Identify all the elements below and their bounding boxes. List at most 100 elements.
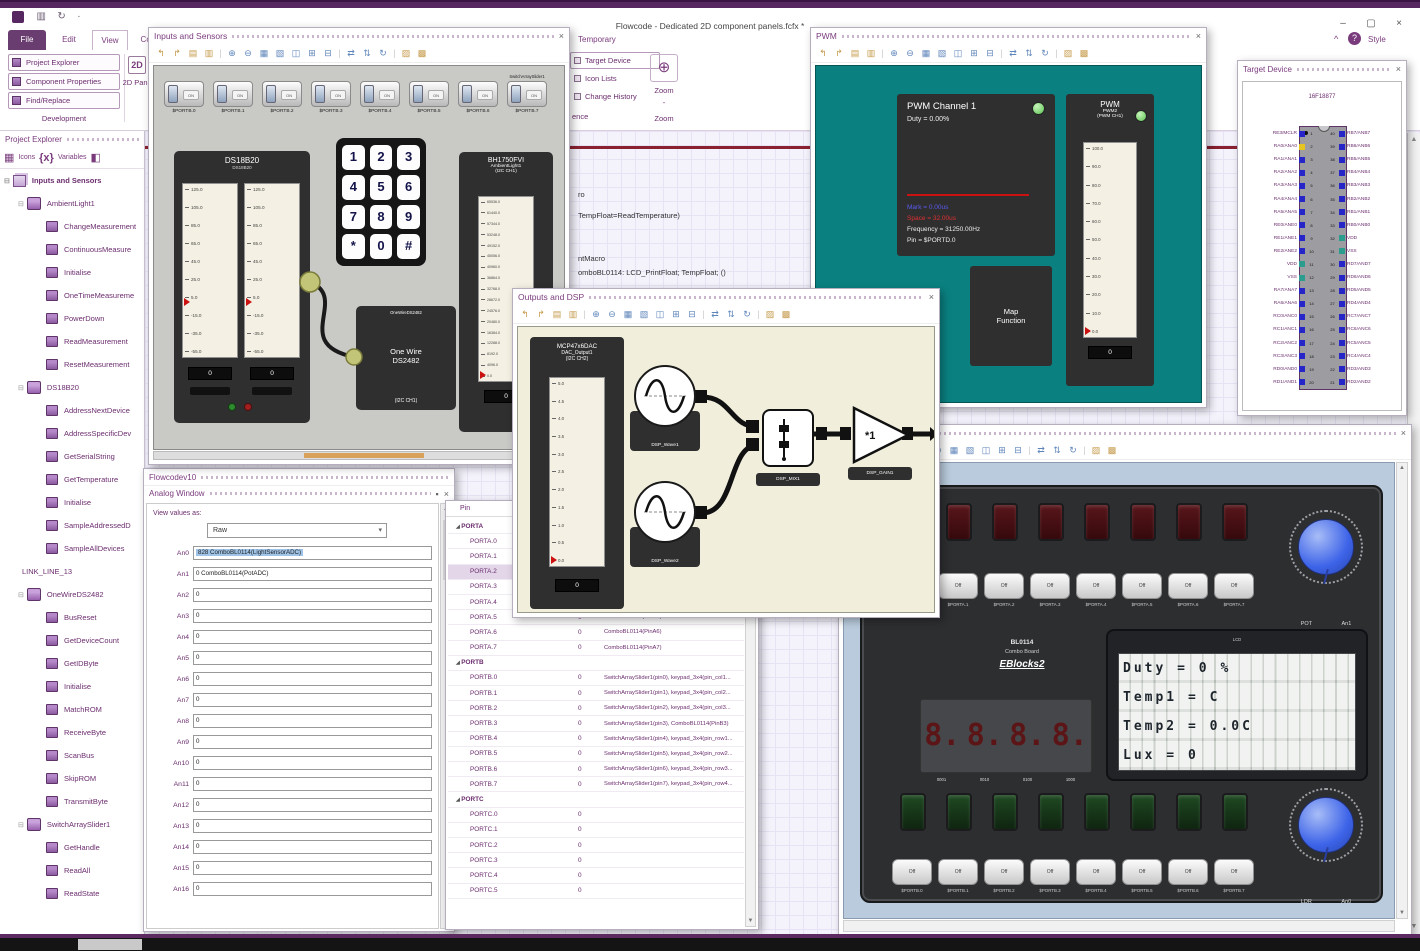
toolbar-icon[interactable]: ▥ bbox=[864, 46, 878, 60]
toolbar-icon[interactable]: ↰ bbox=[816, 46, 830, 60]
push-button[interactable]: Off bbox=[984, 573, 1024, 599]
toolbar-icon[interactable]: ↰ bbox=[154, 46, 168, 60]
digital-pin-row[interactable]: PORTB.2 0 SwitchArraySlider1(pin2), keyp… bbox=[448, 701, 744, 717]
tab-temporary[interactable]: Temporary bbox=[578, 30, 638, 50]
digital-pin-row[interactable]: PORTC.0 0 bbox=[448, 808, 744, 823]
toolbar-icon[interactable]: ▩ bbox=[415, 46, 429, 60]
tree-item[interactable]: OneWireDS2482 bbox=[0, 583, 144, 606]
toolbar-icon[interactable]: | bbox=[756, 307, 761, 321]
tree-item[interactable]: AddressNextDevice bbox=[0, 399, 144, 422]
analog-row[interactable]: An14 0 bbox=[153, 840, 432, 854]
tree-item[interactable]: AddressSpecificDev bbox=[0, 422, 144, 445]
push-button[interactable]: Off bbox=[1076, 859, 1116, 885]
toolbar-icon[interactable]: ▥ bbox=[566, 307, 580, 321]
tree-item[interactable]: GetDeviceCount bbox=[0, 629, 144, 652]
toolbar-icon[interactable]: ⊟ bbox=[1011, 443, 1025, 457]
minimize-button[interactable]: – bbox=[1340, 18, 1346, 29]
toolbar-icon[interactable]: ◫ bbox=[653, 307, 667, 321]
toolbar-icon[interactable]: ⇅ bbox=[360, 46, 374, 60]
macros-icon[interactable]: ◧ bbox=[91, 151, 101, 164]
analog-row[interactable]: An15 0 bbox=[153, 861, 432, 875]
push-button[interactable]: Off bbox=[1122, 859, 1162, 885]
toolbar-icon[interactable]: ▤ bbox=[186, 46, 200, 60]
scroll-down-icon[interactable]: ▼ bbox=[746, 918, 755, 924]
digital-pin-row[interactable]: PORTB bbox=[448, 656, 744, 671]
close-button[interactable]: × bbox=[1396, 18, 1402, 29]
analog-value-field[interactable]: 0 bbox=[193, 819, 432, 833]
zoom-dropdown-dash[interactable]: - bbox=[644, 98, 684, 107]
analog-value-field[interactable]: 0 bbox=[193, 735, 432, 749]
digital-pin-row[interactable]: PORTB.4 0 SwitchArraySlider1(pin4), keyp… bbox=[448, 732, 744, 747]
tree-item[interactable]: Initialise bbox=[0, 675, 144, 698]
digital-pin-row[interactable]: PORTA.6 0 ComboBL0114(PinA6) bbox=[448, 625, 744, 641]
toolbar-icon[interactable]: ↻ bbox=[1066, 443, 1080, 457]
analog-row[interactable]: An8 0 bbox=[153, 714, 432, 728]
tree-item[interactable]: Initialise bbox=[0, 491, 144, 514]
scroll-up-icon[interactable]: ▲ bbox=[1397, 465, 1407, 471]
toolbar-icon[interactable]: ⊖ bbox=[903, 46, 917, 60]
board-vertical-scrollbar[interactable]: ▲ ▼ bbox=[1396, 462, 1408, 919]
tree-item[interactable]: LINK_LINE_13 bbox=[0, 560, 144, 583]
view-mode-dropdown[interactable]: Raw ▾ bbox=[207, 523, 387, 538]
digital-pin-row[interactable]: PORTC.4 0 bbox=[448, 868, 744, 884]
toolbar-icon[interactable]: ◫ bbox=[289, 46, 303, 60]
analog-row[interactable]: An10 0 bbox=[153, 756, 432, 770]
toolbar-icon[interactable]: | bbox=[337, 46, 342, 60]
push-button[interactable]: Off bbox=[1076, 573, 1116, 599]
digital-pin-row[interactable]: PORTB.0 0 SwitchArraySlider1(pin0), keyp… bbox=[448, 671, 744, 687]
analog-value-field[interactable]: 0 bbox=[193, 882, 432, 896]
tree-item[interactable]: SampleAllDevices bbox=[0, 537, 144, 560]
component-properties-button[interactable]: Component Properties bbox=[8, 73, 120, 90]
toolbar-icon[interactable]: ↻ bbox=[740, 307, 754, 321]
digital-pin-row[interactable]: PORTC.1 0 bbox=[448, 823, 744, 838]
toolbar-icon[interactable]: | bbox=[880, 46, 885, 60]
ribbon-collapse-icon[interactable]: ^ bbox=[1334, 34, 1338, 44]
tree-item[interactable]: OneTimeMeasureme bbox=[0, 284, 144, 307]
toolbar-icon[interactable]: | bbox=[1054, 46, 1059, 60]
analog-value-field[interactable]: 0 bbox=[193, 840, 432, 854]
digital-pin-row[interactable]: PORTC.5 0 bbox=[448, 884, 744, 899]
toolbar-icon[interactable]: ▩ bbox=[779, 307, 793, 321]
pot-knob[interactable]: POT An1 bbox=[1286, 497, 1366, 627]
analog-row[interactable]: An4 0 bbox=[153, 630, 432, 644]
tree-item[interactable]: SkipROM bbox=[0, 767, 144, 790]
tree-item[interactable]: SampleAddressedD bbox=[0, 514, 144, 537]
analog-row[interactable]: An6 0 bbox=[153, 672, 432, 686]
pwm-meter-block[interactable]: PWM PWM2 (PWM CH1) 100.0 90.0 80.0 70.0 … bbox=[1066, 94, 1154, 386]
close-icon[interactable]: × bbox=[1196, 31, 1201, 41]
tree-item[interactable]: ContinuousMeasure bbox=[0, 238, 144, 261]
digital-pin-row[interactable]: PORTB.1 0 SwitchArraySlider1(pin1), keyp… bbox=[448, 686, 744, 702]
analog-row[interactable]: An0 828 ComboBL0114(LightSensorADC) bbox=[153, 546, 432, 560]
dsp-wave2-component[interactable]: DSP_Wave2 bbox=[630, 481, 700, 567]
analog-row[interactable]: An13 0 bbox=[153, 819, 432, 833]
toolbar-icon[interactable]: ▦ bbox=[621, 307, 635, 321]
analog-value-field[interactable]: 0 bbox=[193, 714, 432, 728]
toolbar-icon[interactable]: ⊕ bbox=[589, 307, 603, 321]
toolbar-icon[interactable]: | bbox=[582, 307, 587, 321]
knob-ball[interactable] bbox=[1298, 519, 1354, 575]
toolbar-icon[interactable]: ⊟ bbox=[983, 46, 997, 60]
dsp-canvas[interactable]: MCP47x6DAC DAC_Output1 (I2C CH2) 5.0 4.5… bbox=[517, 326, 935, 613]
push-button[interactable]: Off bbox=[1214, 573, 1254, 599]
analog-value-field[interactable]: 0 bbox=[193, 588, 432, 602]
board-horizontal-scrollbar[interactable] bbox=[843, 920, 1395, 932]
restore-button[interactable]: ▢ bbox=[1366, 18, 1375, 29]
toolbar-icon[interactable]: ↱ bbox=[170, 46, 184, 60]
tree-item[interactable]: Inputs and Sensors bbox=[0, 169, 144, 192]
digital-pin-row[interactable]: PORTC bbox=[448, 792, 744, 808]
tree-item[interactable]: GetTemperature bbox=[0, 468, 144, 491]
toolbar-icon[interactable]: ⊖ bbox=[605, 307, 619, 321]
analog-value-field[interactable]: 0 bbox=[193, 630, 432, 644]
analog-value-field[interactable]: 0 bbox=[193, 609, 432, 623]
toolbar-icon[interactable]: ⇄ bbox=[1034, 443, 1048, 457]
tree-item[interactable]: ChangeMeasurement bbox=[0, 215, 144, 238]
scroll-up-icon[interactable]: ▲ bbox=[1408, 136, 1420, 143]
zoom-button-caption[interactable]: Zoom bbox=[644, 86, 684, 95]
analog-row[interactable]: An1 0 ComboBL0114(PotADC) bbox=[153, 567, 432, 581]
tree-item[interactable]: BusReset bbox=[0, 606, 144, 629]
toolbar-icon[interactable]: ◫ bbox=[951, 46, 965, 60]
analog-row[interactable]: An12 0 bbox=[153, 798, 432, 812]
toolbar-icon[interactable]: ↱ bbox=[832, 46, 846, 60]
inputs-horizontal-scrollbar[interactable] bbox=[153, 451, 565, 460]
toolbar-icon[interactable]: ⊟ bbox=[685, 307, 699, 321]
